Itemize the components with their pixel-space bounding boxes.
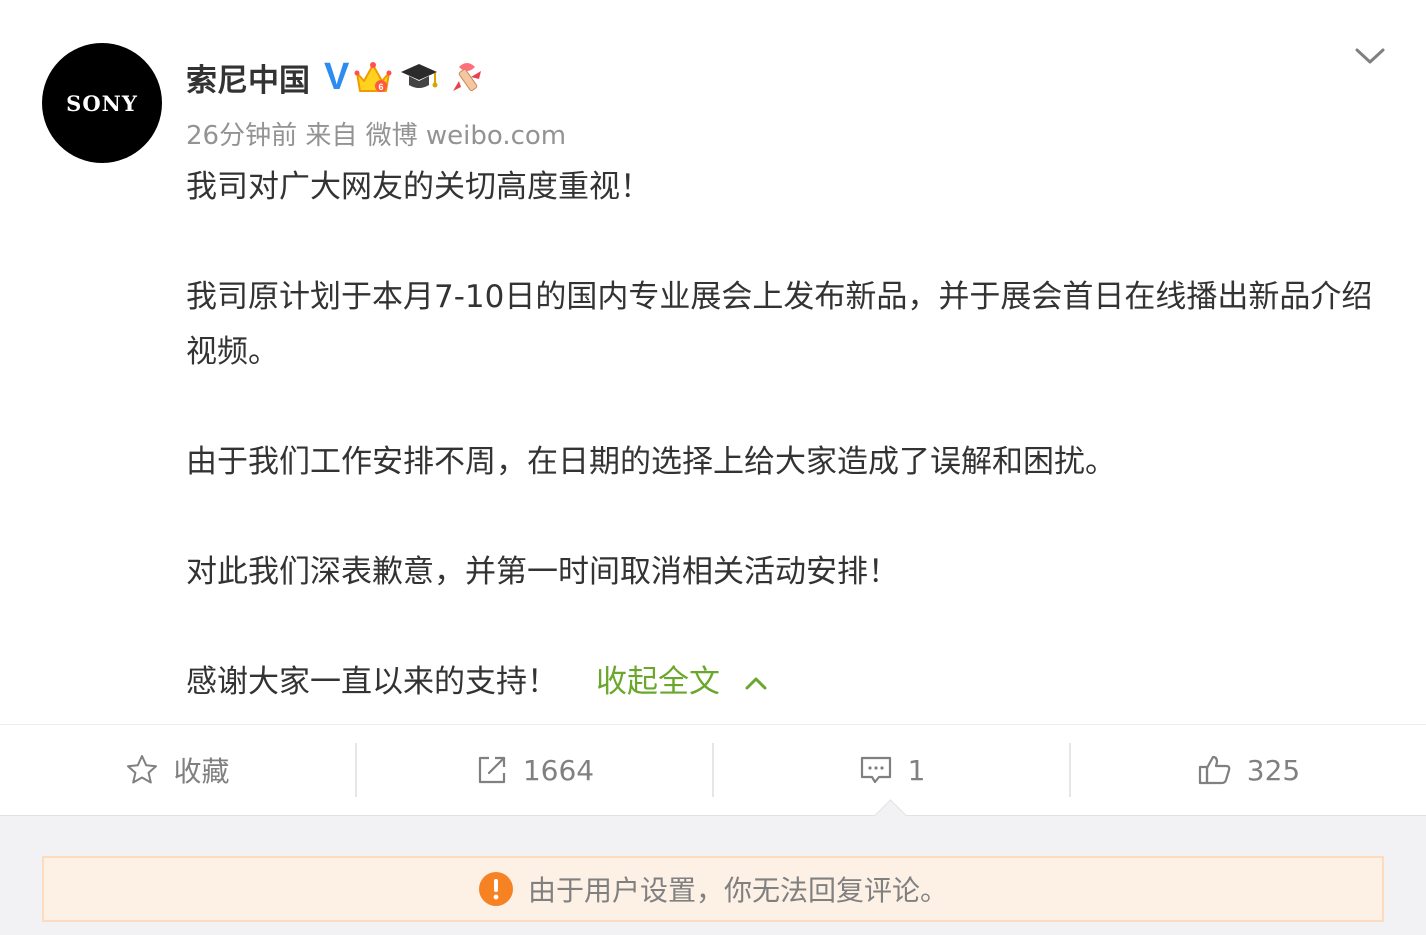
warning-icon <box>478 872 513 906</box>
favorite-label: 收藏 <box>173 755 230 788</box>
comment-count: 1 <box>907 753 926 787</box>
post-time[interactable]: 26分钟前 <box>186 121 297 151</box>
user-name[interactable]: 索尼中国 <box>186 55 310 100</box>
post-body: 我司对广大网友的关切高度重视！ 我司原计划于本月7-10日的国内专业展会上发布新… <box>186 160 1376 710</box>
comment-icon <box>860 756 891 784</box>
post-meta: 26分钟前 来自 微博 weibo.com <box>186 115 566 152</box>
crown-icon[interactable]: 6 <box>353 59 393 95</box>
post-source: 来自 微博 weibo.com <box>305 121 567 151</box>
star-icon <box>127 755 158 784</box>
post-paragraph: 对此我们深表歉意，并第一时间取消相关活动安排！ <box>186 554 899 590</box>
comment-area: 由于用户设置，你无法回复评论。 <box>0 816 1426 935</box>
like-count: 325 <box>1246 753 1301 787</box>
chevron-up-icon <box>745 677 767 689</box>
like-button[interactable]: 325 <box>1071 725 1426 815</box>
weibo-post-card: SONY 索尼中国 V 6 26分钟前 来自 微博 weibo.com 我司对广… <box>0 0 1426 935</box>
action-bar: 收藏 1664 1 325 <box>0 724 1426 816</box>
graduation-cap-icon[interactable] <box>397 59 441 95</box>
user-name-row: 索尼中国 V 6 <box>186 54 489 100</box>
thumbs-up-icon <box>1198 755 1231 785</box>
repost-icon <box>478 756 505 784</box>
avatar-logo-text: SONY <box>66 90 138 116</box>
favorite-button[interactable]: 收藏 <box>0 725 355 815</box>
ribbon-icon[interactable] <box>445 57 489 97</box>
post-paragraph-last: 感谢大家一直以来的支持！ 收起全文 <box>186 655 1376 710</box>
reply-disabled-notice: 由于用户设置，你无法回复评论。 <box>42 856 1384 922</box>
svg-text:6: 6 <box>379 82 384 92</box>
collapse-full-text-link[interactable]: 收起全文 <box>596 655 768 710</box>
post-paragraph: 我司原计划于本月7-10日的国内专业展会上发布新品，并于展会首日在线播出新品介绍… <box>186 279 1373 370</box>
repost-count: 1664 <box>522 753 595 787</box>
post-menu-chevron-icon[interactable] <box>1352 40 1388 72</box>
repost-button[interactable]: 1664 <box>357 725 712 815</box>
notice-text: 由于用户设置，你无法回复评论。 <box>527 874 948 907</box>
post-paragraph: 感谢大家一直以来的支持！ <box>186 664 558 700</box>
post-paragraph: 由于我们工作安排不周，在日期的选择上给大家造成了误解和困扰。 <box>186 444 1116 480</box>
avatar[interactable]: SONY <box>42 43 162 163</box>
collapse-label: 收起全文 <box>596 664 720 700</box>
verified-icon[interactable]: V <box>324 58 349 96</box>
post-paragraph: 我司对广大网友的关切高度重视！ <box>186 169 651 205</box>
